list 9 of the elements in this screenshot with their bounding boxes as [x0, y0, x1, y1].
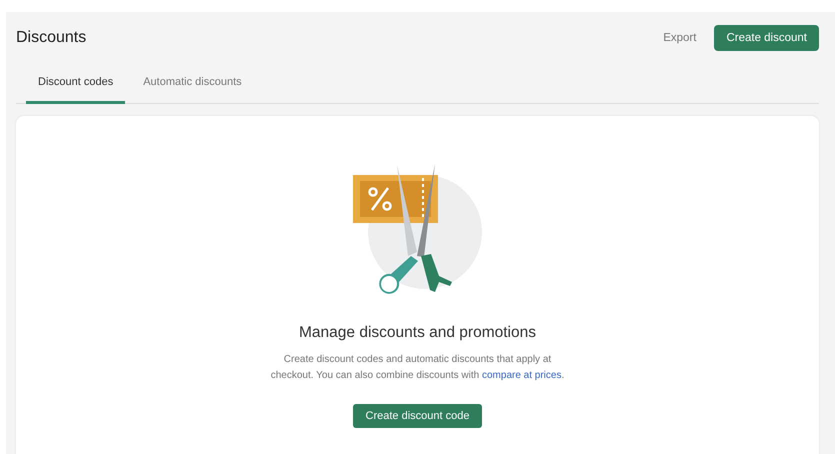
- empty-state-heading: Manage discounts and promotions: [299, 324, 536, 342]
- empty-state-description: Create discount codes and automatic discounts that apply at checkout. You can also combine discounts with compare at prices.: [270, 353, 566, 383]
- tab[interactable]: Discount codes: [26, 64, 126, 104]
- tab[interactable]: Automatic discounts: [131, 64, 254, 104]
- compare-at-prices-link[interactable]: compare at prices: [482, 370, 562, 381]
- page-title: Discounts: [16, 29, 86, 47]
- create-discount-code-button[interactable]: Create discount code: [352, 404, 482, 428]
- create-discount-button[interactable]: Create discount: [714, 25, 819, 51]
- export-button[interactable]: Export: [659, 28, 700, 48]
